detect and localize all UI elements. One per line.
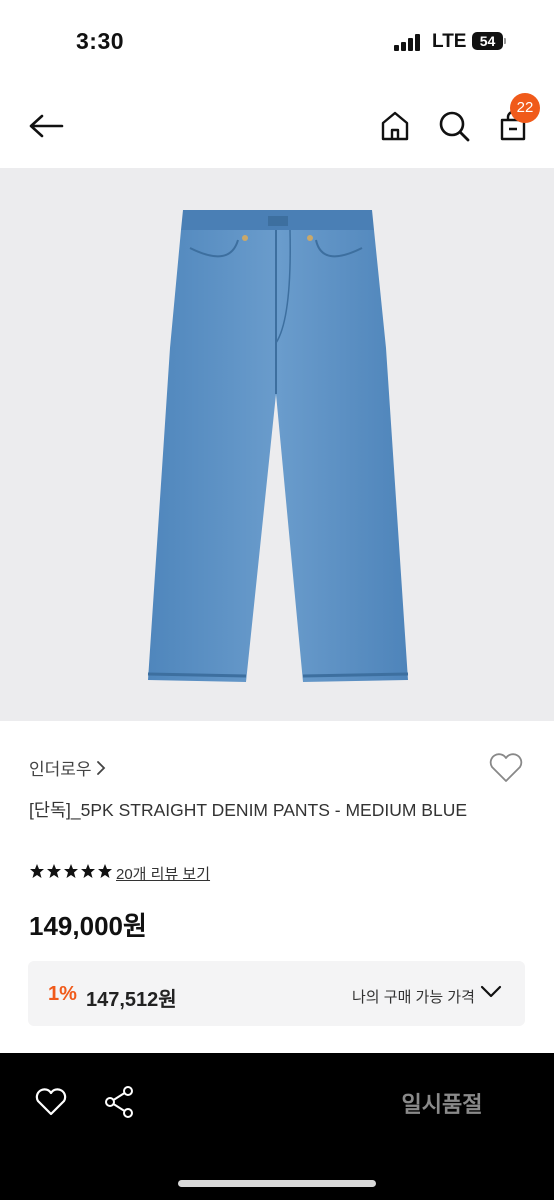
battery-icon: 54 (472, 32, 506, 50)
brand-name: 인더로우 (29, 760, 92, 779)
sold-out-button[interactable]: 일시품절 (330, 1053, 554, 1153)
expand-price-button[interactable] (480, 985, 504, 1005)
discount-rate: 1% (48, 983, 77, 1005)
product-price: 149,000원 (29, 911, 147, 941)
brand-link[interactable]: 인더로우 (29, 755, 106, 780)
search-icon (439, 111, 470, 142)
my-price-label: 나의 구매 가능 가격 (352, 989, 475, 1006)
wishlist-button[interactable] (486, 750, 526, 786)
battery-level: 54 (472, 32, 503, 50)
rating-stars (29, 863, 113, 879)
cart-count-badge: 22 (510, 93, 540, 123)
star-icon (30, 864, 44, 878)
chevron-down-icon (480, 985, 502, 998)
back-button[interactable] (26, 108, 66, 144)
signal-icon (394, 33, 422, 51)
share-button[interactable] (100, 1083, 138, 1121)
arrow-left-icon (29, 114, 64, 138)
review-link[interactable]: 20개 리뷰 보기 (116, 863, 210, 884)
status-time: 3:30 (76, 28, 125, 54)
home-indicator[interactable] (178, 1180, 376, 1187)
star-icon (81, 864, 95, 878)
product-title: [단독]_5PK STRAIGHT DENIM PANTS - MEDIUM B… (29, 800, 468, 820)
product-image[interactable] (0, 168, 554, 721)
star-icon (64, 864, 78, 878)
bottom-wishlist-button[interactable] (32, 1083, 70, 1121)
heart-icon (35, 1088, 67, 1116)
denim-pants-image (147, 210, 409, 682)
home-icon (381, 111, 409, 141)
chevron-right-icon (96, 760, 105, 775)
home-button[interactable] (378, 108, 412, 144)
search-button[interactable] (436, 108, 472, 144)
heart-icon (489, 753, 523, 782)
share-icon (105, 1086, 133, 1118)
discount-price: 147,512원 (86, 989, 177, 1011)
star-icon (47, 864, 61, 878)
network-label: LTE (432, 31, 467, 52)
star-icon (98, 864, 112, 878)
